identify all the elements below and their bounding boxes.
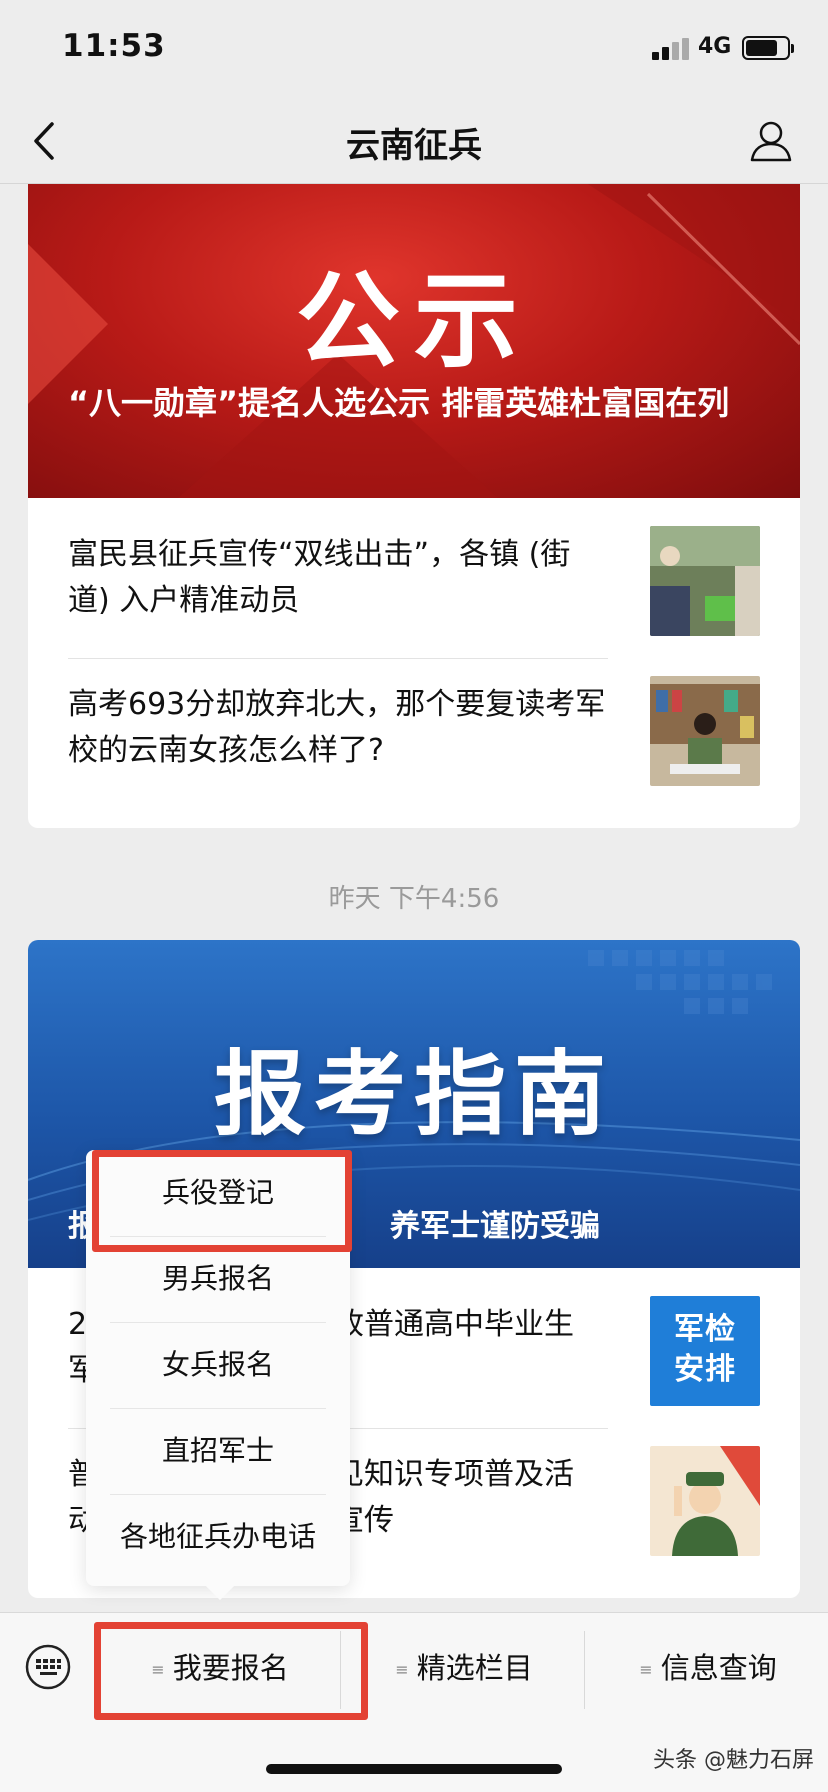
article-thumbnail: [650, 526, 760, 636]
watermark: 头条 @魅力石屏: [653, 1748, 814, 1773]
hero-big-text: 报考指南: [213, 1041, 614, 1148]
article-item[interactable]: 高考693分却放弃北大，那个要复读考军校的云南女孩怎么样了?: [28, 648, 800, 798]
highlight-box-enlist: [94, 1622, 368, 1720]
article-title: 高考693分却放弃北大，那个要复读考军校的云南女孩怎么样了?: [68, 687, 606, 768]
menu-button-featured[interactable]: ≡ 精选栏目: [344, 1633, 584, 1703]
profile-icon[interactable]: [746, 116, 796, 166]
article-card-1: 公示 “八一勋章”提名人选公示 排雷英雄杜富国在列 富民县征兵宣传“双线出击”，…: [28, 184, 800, 828]
article-item[interactable]: 富民县征兵宣传“双线出击”，各镇 (街道) 入户精准动员: [28, 498, 800, 648]
status-bar: 11:53 4G: [0, 0, 828, 100]
thumb-text: 军检安排: [674, 1312, 736, 1387]
menu-button-label: 精选栏目: [416, 1651, 533, 1685]
article-title-right: 见知识专项普及活 宣传: [334, 1457, 574, 1538]
menu-button-info-query[interactable]: ≡ 信息查询: [588, 1633, 828, 1703]
article-thumbnail: [650, 676, 760, 786]
hero-headline: 养军士谨防受骗: [390, 1209, 600, 1244]
hero-headline: “八一勋章”提名人选公示 排雷英雄杜富国在列: [68, 384, 730, 422]
hero-banner-announcement[interactable]: 公示 “八一勋章”提名人选公示 排雷英雄杜富国在列: [28, 184, 800, 498]
menu-item-female-enlistment[interactable]: 女兵报名: [86, 1322, 350, 1408]
article-title-right: 收普通高中毕业生: [334, 1307, 574, 1342]
menu-button-label: 信息查询: [660, 1651, 777, 1685]
menu-lines-icon: ≡: [639, 1660, 653, 1679]
menu-item-recruitment-office-phones[interactable]: 各地征兵办电话: [86, 1494, 350, 1580]
hero-big-text: 公示: [295, 260, 532, 382]
highlight-box-registration: [92, 1150, 352, 1252]
menu-lines-icon: ≡: [395, 1660, 409, 1679]
page-title: 云南征兵: [346, 126, 482, 166]
keyboard-icon[interactable]: [24, 1643, 72, 1691]
article-title: 富民县征兵宣传“双线出击”，各镇 (街道) 入户精准动员: [68, 537, 571, 618]
battery-icon: [742, 36, 794, 60]
menu-item-direct-recruit-nco[interactable]: 直招军士: [86, 1408, 350, 1494]
network-label: 4G: [698, 34, 732, 59]
article-thumbnail: 军检安排: [650, 1296, 760, 1406]
home-indicator[interactable]: [266, 1764, 562, 1774]
article-thumbnail: [650, 1446, 760, 1556]
nav-bar: 云南征兵: [0, 100, 828, 184]
status-time: 11:53: [62, 28, 166, 64]
divider: [584, 1631, 585, 1709]
message-timestamp: 昨天 下午4:56: [328, 884, 500, 914]
signal-icon: [652, 38, 690, 60]
